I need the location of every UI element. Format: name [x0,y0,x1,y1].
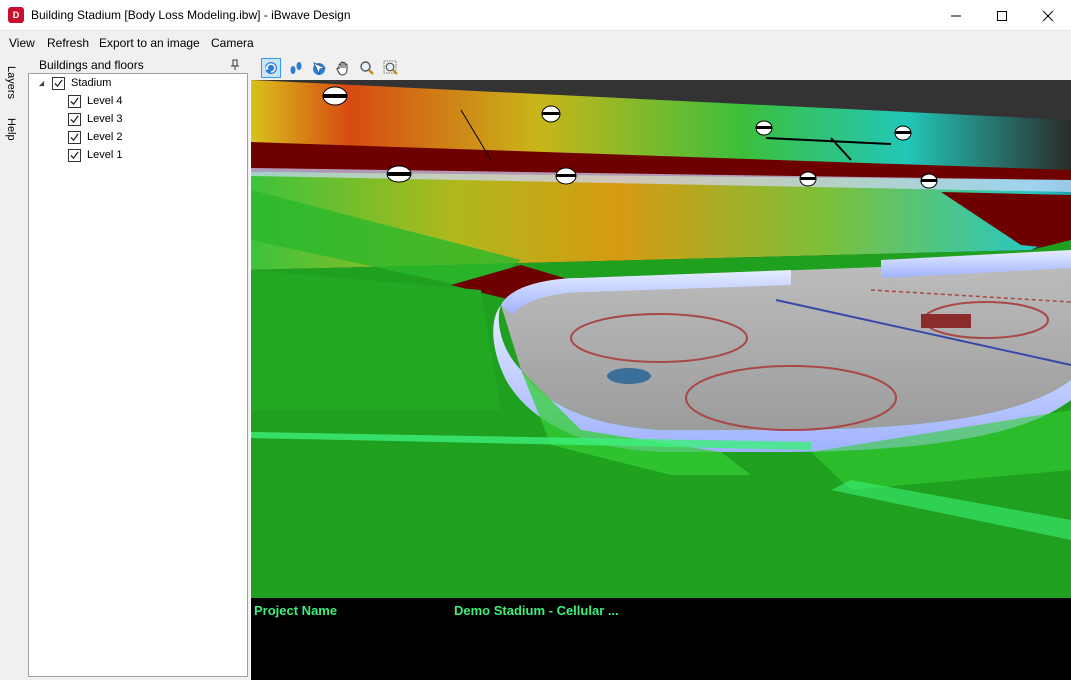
tree-label-stadium: Stadium [71,77,112,89]
3d-viewport[interactable] [251,80,1071,598]
tab-help[interactable]: Help [5,118,17,141]
project-info-bar: Project Name Demo Stadium - Cellular ... [251,598,1071,680]
fly-tool-button[interactable] [309,58,329,78]
maximize-button[interactable] [979,0,1025,31]
project-name-label: Project Name [254,603,338,618]
window-title: Building Stadium [Body Loss Modeling.ibw… [31,8,351,22]
view-toolbar [250,55,1071,80]
checkbox-level-3[interactable] [68,112,81,126]
walk-icon [290,62,302,74]
walk-tool-button[interactable] [286,58,306,78]
pin-icon[interactable] [230,59,240,71]
minimize-button[interactable] [933,0,979,31]
checkmark-icon [70,151,79,159]
minimize-icon [951,15,961,16]
checkmark-icon [70,133,79,141]
checkbox-stadium[interactable] [52,76,65,90]
tree-label-level-3: Level 3 [87,113,123,125]
checkbox-level-1[interactable] [68,148,81,162]
tree-item-level-4[interactable]: Level 4 [68,92,122,110]
tree-label-level-1: Level 1 [87,149,123,161]
checkmark-icon [70,115,79,123]
checkbox-level-4[interactable] [68,94,81,108]
zoom-tool-button[interactable] [357,58,377,78]
checkbox-level-2[interactable] [68,130,81,144]
buildings-floors-panel: Buildings and floors Stadium Level 4 Lev… [26,55,250,680]
menu-export-image[interactable]: Export to an image [99,36,200,50]
tree-item-level-3[interactable]: Level 3 [68,110,122,128]
rotate-tool-button[interactable] [261,58,281,78]
checkmark-icon [54,79,63,87]
tree-item-level-2[interactable]: Level 2 [68,128,122,146]
close-button[interactable] [1025,0,1071,31]
zoom-window-tool-button[interactable] [381,58,401,78]
tree-item-stadium[interactable]: Stadium [36,74,111,92]
project-name-value: Demo Stadium - Cellular ... [454,603,619,618]
tree-label-level-4: Level 4 [87,95,123,107]
tree-item-level-1[interactable]: Level 1 [68,146,122,164]
zoom-window-icon [383,60,398,75]
panel-title: Buildings and floors [39,58,144,72]
building-tree: Stadium Level 4 Level 3 Level 2 Level 1 [28,73,248,677]
menu-refresh[interactable]: Refresh [47,36,89,50]
tree-label-level-2: Level 2 [87,131,123,143]
close-icon [1042,10,1054,21]
menu-camera[interactable]: Camera [211,36,254,50]
pan-hand-icon [336,61,348,76]
checkmark-icon [70,97,79,105]
pan-tool-button[interactable] [333,58,353,78]
stadium-heatmap-render [251,80,1071,598]
panel-header: Buildings and floors [28,57,248,73]
menu-view[interactable]: View [9,36,35,50]
side-tab-strip: Layers Help [0,55,26,680]
fly-icon [313,62,327,76]
app-logo-icon: D [8,7,24,23]
expand-arrow-icon[interactable] [36,78,46,88]
menu-bar: View Refresh Export to an image Camera [0,31,1071,55]
rotate-icon [265,62,277,74]
zoom-icon [360,61,374,75]
title-bar: D Building Stadium [Body Loss Modeling.i… [0,0,1071,31]
tab-layers[interactable]: Layers [5,66,17,99]
maximize-icon [997,10,1007,21]
